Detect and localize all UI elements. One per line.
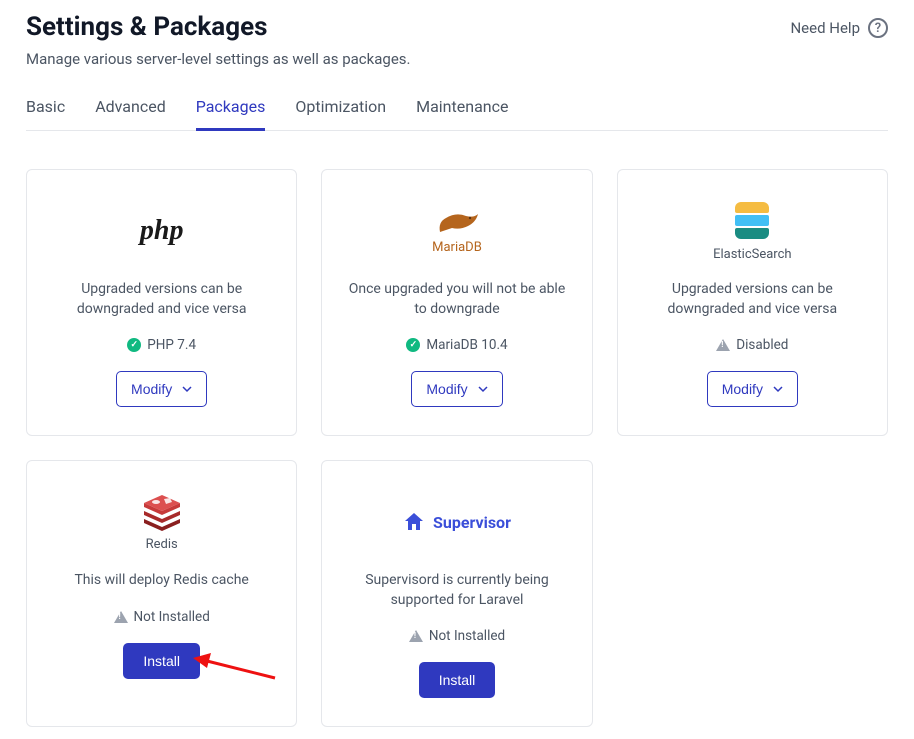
warning-icon <box>409 630 423 642</box>
home-icon <box>403 511 425 533</box>
package-status: Not Installed <box>114 609 210 625</box>
need-help-link[interactable]: Need Help ? <box>790 18 888 38</box>
tab-maintenance[interactable]: Maintenance <box>416 97 508 131</box>
package-card-redis: Redis This will deploy Redis cache Not I… <box>26 460 297 727</box>
supervisor-icon: Supervisor <box>403 491 511 553</box>
php-icon: php <box>140 200 184 262</box>
tab-basic[interactable]: Basic <box>26 97 65 131</box>
status-text: Not Installed <box>429 628 505 644</box>
package-card-elasticsearch: ElasticSearch Upgraded versions can be d… <box>617 169 888 436</box>
package-card-php: php Upgraded versions can be downgraded … <box>26 169 297 436</box>
modify-label: Modify <box>131 381 172 397</box>
check-icon: ✓ <box>406 338 420 352</box>
packages-grid: php Upgraded versions can be downgraded … <box>26 169 888 727</box>
mariadb-logo-icon <box>432 208 482 238</box>
package-description: This will deploy Redis cache <box>74 571 248 591</box>
warning-icon <box>716 339 730 351</box>
modify-button[interactable]: Modify <box>411 371 502 407</box>
package-status: Not Installed <box>409 628 505 644</box>
package-status: Disabled <box>716 337 788 353</box>
status-text: Disabled <box>736 337 788 353</box>
status-text: Not Installed <box>134 609 210 625</box>
need-help-label: Need Help <box>790 19 860 37</box>
modify-label: Modify <box>426 381 467 397</box>
status-text: MariaDB 10.4 <box>426 337 507 353</box>
modify-button[interactable]: Modify <box>116 371 207 407</box>
tab-packages[interactable]: Packages <box>196 97 266 131</box>
redis-logo-text: Redis <box>146 537 178 552</box>
check-icon: ✓ <box>127 338 141 352</box>
tab-advanced[interactable]: Advanced <box>95 97 166 131</box>
install-button[interactable]: Install <box>419 662 496 698</box>
package-status: ✓ MariaDB 10.4 <box>406 337 507 353</box>
package-status: ✓ PHP 7.4 <box>127 337 196 353</box>
help-icon: ? <box>868 18 888 38</box>
elasticsearch-logo-text: ElasticSearch <box>713 247 791 262</box>
package-card-supervisor: Supervisor Supervisord is currently bein… <box>321 460 592 727</box>
chevron-down-icon <box>182 384 192 394</box>
tab-optimization[interactable]: Optimization <box>295 97 386 131</box>
modify-button[interactable]: Modify <box>707 371 798 407</box>
page-title: Settings & Packages <box>26 12 267 42</box>
redis-icon: Redis <box>140 491 184 553</box>
page-subtitle: Manage various server-level settings as … <box>26 50 888 68</box>
status-text: PHP 7.4 <box>147 337 196 353</box>
package-card-mariadb: MariaDB Once upgraded you will not be ab… <box>321 169 592 436</box>
install-button[interactable]: Install <box>123 643 200 679</box>
modify-label: Modify <box>722 381 763 397</box>
supervisor-logo-text: Supervisor <box>433 513 511 532</box>
redis-logo-icon <box>140 493 184 533</box>
package-description: Upgraded versions can be downgraded and … <box>638 280 867 319</box>
elasticsearch-icon: ElasticSearch <box>713 200 791 262</box>
warning-icon <box>114 611 128 623</box>
package-description: Supervisord is currently being supported… <box>342 571 571 610</box>
php-logo-text: php <box>140 215 184 247</box>
package-description: Once upgraded you will not be able to do… <box>342 280 571 319</box>
mariadb-icon: MariaDB <box>432 200 482 262</box>
tabs: Basic Advanced Packages Optimization Mai… <box>26 96 888 131</box>
chevron-down-icon <box>773 384 783 394</box>
package-description: Upgraded versions can be downgraded and … <box>47 280 276 319</box>
annotation-arrow-icon <box>185 646 285 684</box>
chevron-down-icon <box>478 384 488 394</box>
elasticsearch-logo-icon <box>732 201 772 241</box>
mariadb-logo-text: MariaDB <box>432 240 482 255</box>
